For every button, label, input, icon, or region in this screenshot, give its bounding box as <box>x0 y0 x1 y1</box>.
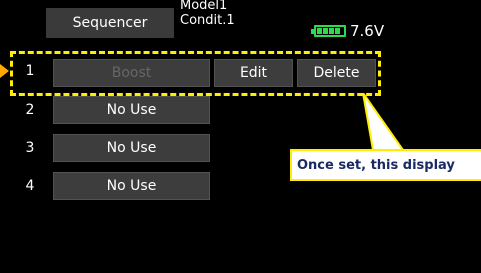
row-number-4: 4 <box>25 178 35 194</box>
condition-name: Condit.1 <box>180 13 235 28</box>
row-number-2: 2 <box>25 102 35 118</box>
row-highlight-frame <box>10 51 381 96</box>
callout-text: Once set, this display <box>297 157 455 173</box>
battery-voltage: 7.6V <box>350 22 385 40</box>
callout-box: Once set, this display <box>290 149 481 181</box>
model-name: Model1 <box>180 0 228 13</box>
sequence-button-3[interactable]: No Use <box>53 134 210 162</box>
sequencer-screen: Sequencer Model1 Condit.1 7.6V 1 Boost E… <box>0 0 481 273</box>
screen-title: Sequencer <box>72 15 148 31</box>
sequence-button-2[interactable]: No Use <box>53 96 210 124</box>
sequence-button-4[interactable]: No Use <box>53 172 210 200</box>
screen-title-tab[interactable]: Sequencer <box>46 8 174 38</box>
battery-icon <box>311 25 346 37</box>
row-number-3: 3 <box>25 140 35 156</box>
callout-tail <box>362 93 405 151</box>
pointer-arrow-icon <box>0 64 9 78</box>
